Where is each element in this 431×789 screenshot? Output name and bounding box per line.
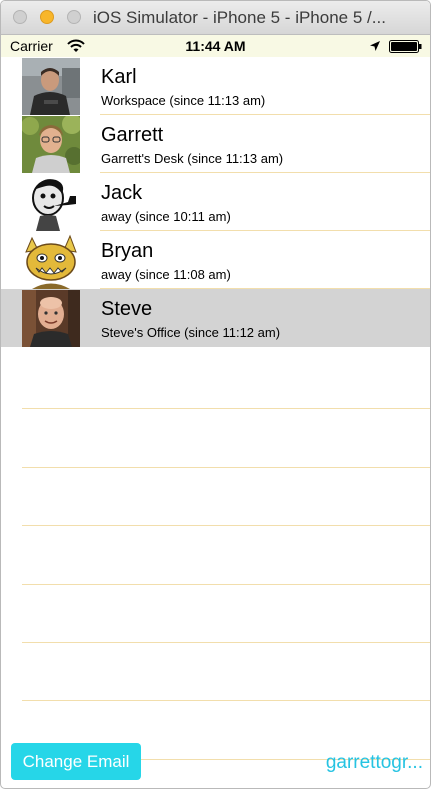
minimize-window-button[interactable] bbox=[40, 10, 54, 24]
empty-row-separator bbox=[22, 467, 430, 468]
ios-status-bar: Carrier 11:44 AM bbox=[1, 35, 430, 57]
empty-row-separator bbox=[22, 642, 430, 643]
window-titlebar[interactable]: iOS Simulator - iPhone 5 - iPhone 5 /... bbox=[1, 1, 430, 35]
person-row-jack[interactable]: Jack away (since 10:11 am) bbox=[1, 173, 430, 231]
status-time: 11:44 AM bbox=[185, 38, 246, 54]
window-title: iOS Simulator - iPhone 5 - iPhone 5 /... bbox=[93, 8, 386, 27]
person-name: Jack bbox=[101, 182, 143, 204]
empty-row-separator bbox=[22, 584, 430, 585]
person-status: Steve's Office (since 11:12 am) bbox=[101, 325, 281, 340]
person-row-steve[interactable]: Steve Steve's Office (since 11:12 am) bbox=[1, 289, 430, 347]
location-arrow-icon bbox=[370, 41, 380, 51]
close-window-button[interactable] bbox=[13, 10, 27, 24]
email-link[interactable]: garrettogr... bbox=[291, 752, 423, 774]
empty-row-separator bbox=[22, 525, 430, 526]
battery-icon bbox=[389, 40, 422, 53]
person-row-bryan[interactable]: Bryan away (since 11:08 am) bbox=[1, 231, 430, 289]
change-email-button[interactable]: Change Email bbox=[11, 743, 141, 780]
person-row-garrett[interactable]: Garrett Garrett's Desk (since 11:13 am) bbox=[1, 115, 430, 173]
simulator-window: iOS Simulator - iPhone 5 - iPhone 5 /...… bbox=[0, 0, 431, 789]
bryan-avatar bbox=[22, 232, 80, 289]
person-name: Karl bbox=[101, 66, 137, 88]
jack-avatar bbox=[22, 174, 80, 231]
empty-row-separator bbox=[22, 700, 430, 701]
person-status: Garrett's Desk (since 11:13 am) bbox=[101, 151, 284, 166]
steve-avatar bbox=[22, 290, 80, 347]
person-name: Bryan bbox=[101, 240, 154, 262]
person-status: Workspace (since 11:13 am) bbox=[101, 93, 266, 108]
person-name: Garrett bbox=[101, 124, 164, 146]
empty-row-separator bbox=[22, 408, 430, 409]
person-row-karl[interactable]: Karl Workspace (since 11:13 am) bbox=[1, 57, 430, 115]
person-status: away (since 10:11 am) bbox=[101, 209, 231, 224]
karl-avatar bbox=[22, 58, 80, 115]
person-status: away (since 11:08 am) bbox=[101, 267, 231, 282]
people-list[interactable]: Karl Workspace (since 11:13 am) Garrett bbox=[1, 57, 430, 760]
zoom-window-button[interactable] bbox=[67, 10, 81, 24]
garrett-avatar bbox=[22, 116, 80, 173]
person-name: Steve bbox=[101, 298, 153, 320]
